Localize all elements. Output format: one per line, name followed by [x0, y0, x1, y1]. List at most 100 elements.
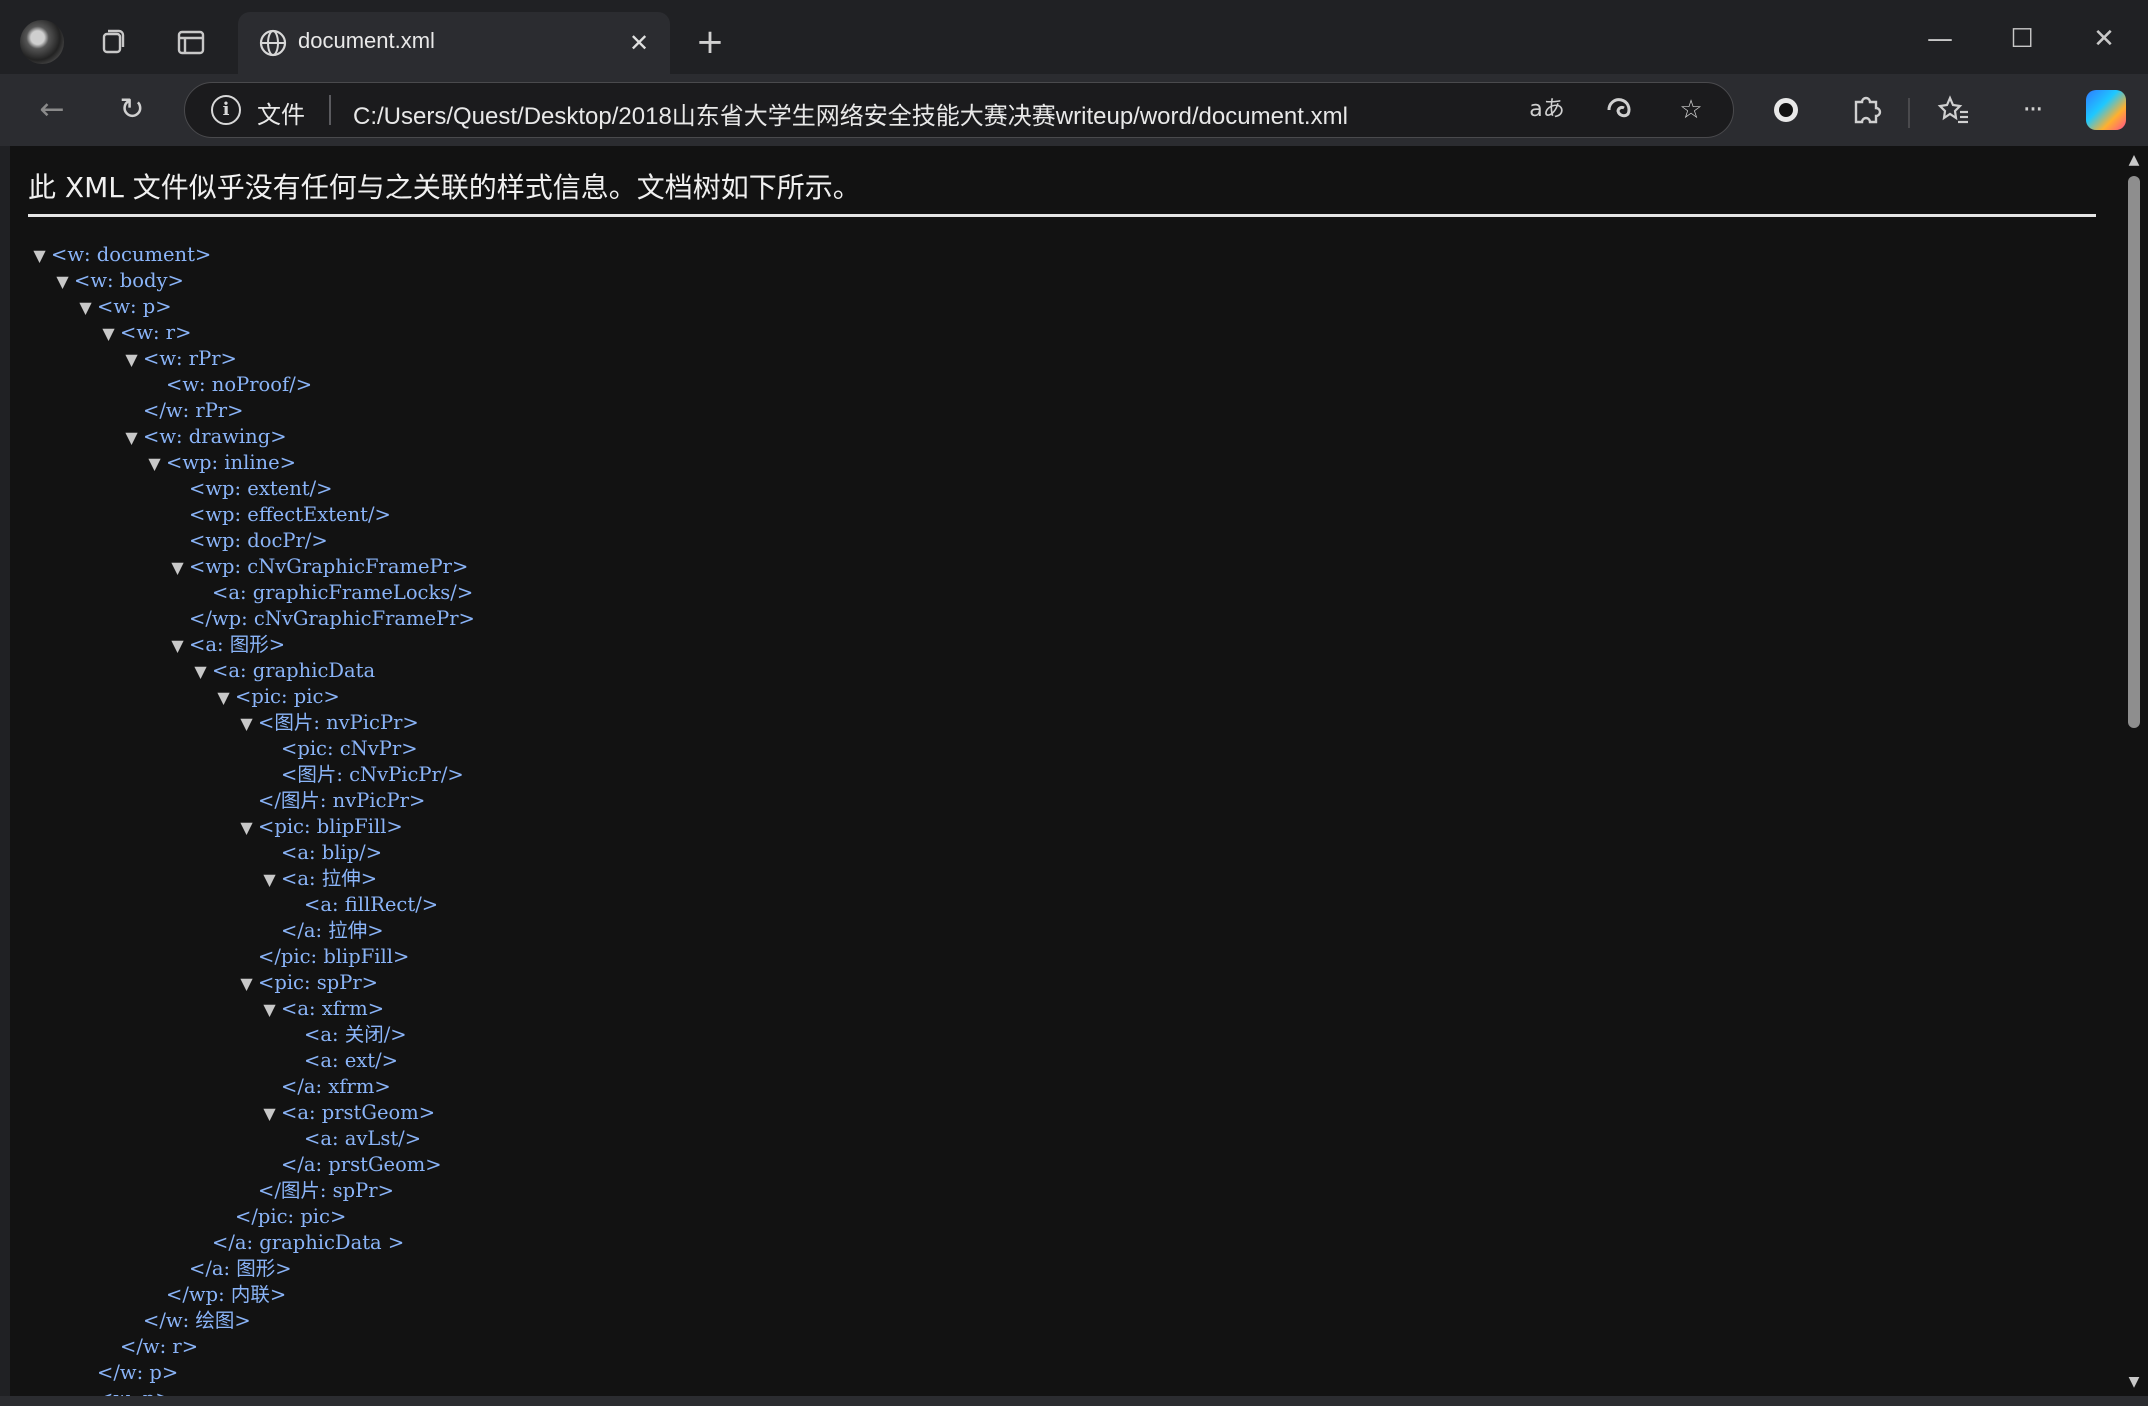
xml-tree-line: <pic: cNvPr> [28, 736, 475, 762]
address-divider [329, 95, 331, 125]
xml-tag-text: </pic: pic> [235, 1205, 347, 1228]
xml-tree-line: </w: rPr> [28, 398, 475, 424]
browser-toolbar: ← ↻ i 文件 C:/Users/Quest/Desktop/2018山东省大… [0, 74, 2148, 146]
xml-tree-line: ▼ <wp: inline> [28, 450, 475, 476]
xml-tag-text: </w: r> [120, 1335, 199, 1358]
xml-tree-line: </a: graphicData > [28, 1230, 475, 1256]
xml-tag-text: <a: prstGeom> [281, 1101, 436, 1124]
address-bar[interactable]: i 文件 C:/Users/Quest/Desktop/2018山东省大学生网络… [184, 82, 1734, 138]
collapse-triangle-icon[interactable]: ▼ [166, 555, 189, 581]
xml-tree-line: </pic: blipFill> [28, 944, 475, 970]
maximize-icon[interactable]: ☐ [1992, 14, 2052, 64]
xml-tag-text: <a: 关闭/> [304, 1023, 407, 1046]
xml-tree-line: <wp: extent/> [28, 476, 475, 502]
puzzle-icon[interactable] [1844, 88, 1888, 132]
xml-tag-text: <a: graphicData [212, 659, 376, 682]
xml-tag-text: <w: p> [97, 295, 172, 318]
plus-icon[interactable]: + [690, 22, 730, 62]
collapse-triangle-icon[interactable]: ▼ [51, 269, 74, 295]
close-icon[interactable]: ✕ [622, 26, 656, 60]
tab-bar: document.xml ✕ + — ☐ ✕ [0, 0, 2148, 74]
xml-tree-line: <图片: cNvPicPr/> [28, 762, 475, 788]
more-options-icon[interactable]: ··· [2010, 88, 2054, 132]
collapse-triangle-icon[interactable]: ▼ [120, 425, 143, 451]
xml-tree-line: </a: xfrm> [28, 1074, 475, 1100]
collapse-triangle-icon[interactable]: ▼ [235, 711, 258, 737]
record-icon[interactable] [1764, 88, 1808, 132]
xml-tag-text: <w: noProof/> [166, 373, 313, 396]
xml-tree-line: </w: r> [28, 1334, 475, 1360]
address-url[interactable]: C:/Users/Quest/Desktop/2018山东省大学生网络安全技能大… [353, 96, 1348, 131]
favorites-icon[interactable] [1932, 88, 1976, 132]
globe-icon [256, 26, 290, 60]
vertical-tabs-icon[interactable] [170, 22, 210, 62]
xml-tree-line: <wp: effectExtent/> [28, 502, 475, 528]
xml-tag-text: <wp: docPr/> [189, 529, 328, 552]
xml-tag-text: <a: 拉伸> [281, 867, 378, 890]
xml-tree-line: ▼ <w: body> [28, 268, 475, 294]
xml-tag-text: <w: r> [120, 321, 192, 344]
xml-tree-line: ▼ <pic: spPr> [28, 970, 475, 996]
collapse-triangle-icon[interactable]: ▼ [74, 295, 97, 321]
translate-icon[interactable]: aあ [1529, 92, 1565, 128]
copilot-icon[interactable] [2086, 90, 2126, 130]
xml-tree-line: <a: ext/> [28, 1048, 475, 1074]
tab-document-xml[interactable]: document.xml ✕ [238, 12, 670, 74]
xml-tree-line: </a: 拉伸> [28, 918, 475, 944]
scroll-up-icon[interactable]: ▲ [2126, 152, 2142, 168]
collapse-triangle-icon[interactable]: ▼ [212, 685, 235, 711]
xml-tree-line: </图片: nvPicPr> [28, 788, 475, 814]
xml-tag-text: <a: ext/> [304, 1049, 399, 1072]
collapse-triangle-icon[interactable]: ▼ [97, 321, 120, 347]
tab-title: document.xml [298, 28, 435, 53]
refresh-icon[interactable]: ↻ [110, 88, 154, 132]
collapse-triangle-icon[interactable]: ▼ [258, 997, 281, 1023]
vertical-scrollbar[interactable]: ▲ ▼ [2120, 146, 2148, 1396]
back-arrow-icon[interactable]: ← [30, 88, 74, 132]
info-icon[interactable]: i [211, 95, 241, 125]
xml-tag-text: <w: document> [51, 243, 212, 266]
collapse-triangle-icon[interactable]: ▼ [166, 633, 189, 659]
collapse-triangle-icon[interactable]: ▼ [258, 867, 281, 893]
xml-tree-line: ▼ <w: r> [28, 320, 475, 346]
xml-tag-text: </w: 绘图> [143, 1309, 251, 1332]
xml-tag-text: <wp: inline> [166, 451, 296, 474]
collapse-triangle-icon[interactable]: ▼ [120, 347, 143, 373]
xml-tag-text: <pic: pic> [235, 685, 340, 708]
xml-tree-line: ▼ <w: rPr> [28, 346, 475, 372]
collapse-triangle-icon[interactable]: ▼ [258, 1101, 281, 1127]
xml-tree-line: <a: blip/> [28, 840, 475, 866]
collapse-triangle-icon[interactable]: ▼ [189, 659, 212, 685]
xml-tree: ▼ <w: document> ▼ <w: body> ▼ <w: p> ▼ <w: r> ▼ <… [28, 242, 475, 1396]
collapse-triangle-icon[interactable]: ▼ [235, 971, 258, 997]
xml-tag-text: </a: 图形> [189, 1257, 292, 1280]
scroll-down-icon[interactable]: ▼ [2126, 1374, 2142, 1390]
xml-tag-text: <wp: effectExtent/> [189, 503, 391, 526]
xml-tag-text: <图片: cNvPicPr/> [281, 763, 464, 786]
minimize-icon[interactable]: — [1910, 14, 1970, 64]
xml-style-notice: 此 XML 文件似乎没有任何与之关联的样式信息。文档树如下所示。 [28, 171, 861, 204]
xml-tag-text: <wp: cNvGraphicFramePr> [189, 555, 469, 578]
profile-avatar[interactable] [20, 20, 64, 64]
collapse-triangle-icon[interactable]: ▼ [235, 815, 258, 841]
xml-tag-text: <a: fillRect/> [304, 893, 439, 916]
toolbar-divider [1908, 98, 1910, 128]
window-close-icon[interactable]: ✕ [2074, 14, 2134, 64]
xml-tree-line: ▼ <pic: blipFill> [28, 814, 475, 840]
scrollbar-thumb[interactable] [2128, 176, 2140, 728]
collapse-triangle-icon[interactable]: ▼ [143, 451, 166, 477]
collapse-triangle-icon[interactable]: ▼ [28, 243, 51, 269]
notice-divider [28, 214, 2096, 217]
xml-tree-line: <a: graphicFrameLocks/> [28, 580, 475, 606]
xml-tree-line: ▼ <a: graphicData [28, 658, 475, 684]
xml-tag-text: <pic: cNvPr> [281, 737, 418, 760]
xml-tree-line: ▼ <a: prstGeom> [28, 1100, 475, 1126]
xml-tag-text: <图片: nvPicPr> [258, 711, 419, 734]
edge-icon[interactable] [1601, 92, 1637, 128]
xml-tag-text: <wp: extent/> [189, 477, 333, 500]
xml-tree-line: ▼ <a: 拉伸> [28, 866, 475, 892]
xml-tag-text: </wp: 内联> [166, 1283, 287, 1306]
star-icon[interactable]: ☆ [1673, 92, 1709, 128]
xml-tree-line: </图片: spPr> [28, 1178, 475, 1204]
workspaces-icon[interactable] [94, 22, 134, 62]
